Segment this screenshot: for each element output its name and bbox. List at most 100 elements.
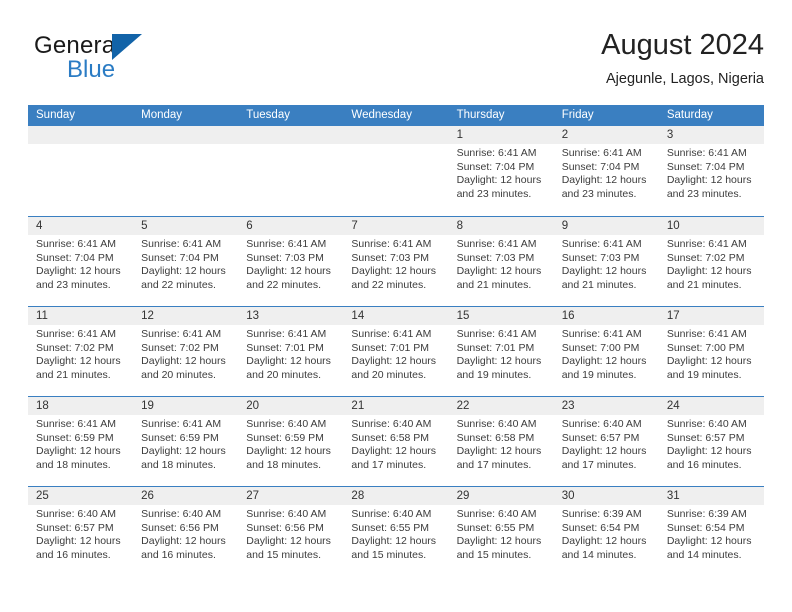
day-of-week-header: Friday <box>561 109 594 121</box>
calendar-day-cell[interactable]: 25 Sunrise: 6:40 AM Sunset: 6:57 PM Dayligh… <box>28 487 134 576</box>
sunset-text: Sunset: 6:56 PM <box>246 521 324 534</box>
calendar-day-cell[interactable]: 29 Sunrise: 6:40 AM Sunset: 6:55 PM Dayligh… <box>448 487 554 576</box>
sunset-text: Sunset: 7:04 PM <box>36 251 114 264</box>
sunset-text: Sunset: 7:04 PM <box>456 160 535 173</box>
calendar-day-cell[interactable]: 3 Sunrise: 6:41 AM Sunset: 7:04 PM Daylight… <box>658 126 764 216</box>
calendar-day-cell[interactable]: 10 Sunrise: 6:41 AM Sunset: 7:02 PM Dayligh… <box>658 217 764 306</box>
daylight-line2-text: and 22 minutes. <box>246 278 321 291</box>
calendar-day-cell[interactable]: 27 Sunrise: 6:40 AM Sunset: 6:56 PM Dayligh… <box>238 487 344 576</box>
calendar-day-cell[interactable]: 9 Sunrise: 6:41 AM Sunset: 7:03 PM Daylight… <box>553 217 659 306</box>
day-details: Sunrise: 6:41 AM Sunset: 7:00 PM Daylight:… <box>659 325 764 382</box>
calendar-day-cell-empty <box>343 126 449 216</box>
calendar-day-cell[interactable]: 12 Sunrise: 6:41 AM Sunset: 7:02 PM Dayligh… <box>133 307 239 396</box>
calendar-day-cell[interactable]: 21 Sunrise: 6:40 AM Sunset: 6:58 PM Dayligh… <box>343 397 449 486</box>
calendar-day-cell[interactable]: 1 Sunrise: 6:41 AM Sunset: 7:04 PM Daylight… <box>448 126 554 216</box>
day-number: 4 <box>28 217 134 235</box>
calendar-day-cell[interactable]: 28 Sunrise: 6:40 AM Sunset: 6:55 PM Dayligh… <box>343 487 449 576</box>
daylight-line1-text: Daylight: 12 hours <box>666 445 752 458</box>
day-details: Sunrise: 6:40 AM Sunset: 6:56 PM Daylight:… <box>238 505 343 562</box>
daylight-line1-text: Daylight: 12 hours <box>456 265 542 278</box>
day-details: Sunrise: 6:41 AM Sunset: 7:02 PM Daylight:… <box>659 235 764 292</box>
day-details: Sunrise: 6:41 AM Sunset: 7:01 PM Daylight:… <box>238 325 343 382</box>
sunset-text: Sunset: 7:02 PM <box>141 341 219 354</box>
calendar-day-cell[interactable]: 30 Sunrise: 6:39 AM Sunset: 6:54 PM Dayligh… <box>553 487 659 576</box>
day-of-week-header: Tuesday <box>246 109 290 121</box>
calendar-day-cell[interactable]: 18 Sunrise: 6:41 AM Sunset: 6:59 PM Dayligh… <box>28 397 134 486</box>
daylight-line2-text: and 22 minutes. <box>351 278 427 291</box>
daylight-line1-text: Daylight: 12 hours <box>666 355 752 368</box>
sunrise-text: Sunrise: 6:40 AM <box>351 508 432 520</box>
sunrise-text: Sunrise: 6:41 AM <box>666 147 747 159</box>
calendar-day-cell[interactable]: 17 Sunrise: 6:41 AM Sunset: 7:00 PM Dayligh… <box>658 307 764 396</box>
day-details: Sunrise: 6:41 AM Sunset: 7:04 PM Daylight:… <box>28 235 133 292</box>
day-of-week-header-row: Sunday Monday Tuesday Wednesday Thursday Frid… <box>28 105 764 126</box>
daylight-line2-text: and 16 minutes. <box>666 458 742 471</box>
calendar-day-cell[interactable]: 2 Sunrise: 6:41 AM Sunset: 7:04 PM Daylight… <box>553 126 659 216</box>
sunset-text: Sunset: 6:54 PM <box>561 521 640 534</box>
calendar-day-cell[interactable]: 26 Sunrise: 6:40 AM Sunset: 6:56 PM Dayligh… <box>133 487 239 576</box>
brand-logo[interactable]: General Blue <box>34 32 254 88</box>
day-number: 14 <box>343 307 449 325</box>
calendar-day-cell[interactable]: 15 Sunrise: 6:41 AM Sunset: 7:01 PM Dayligh… <box>448 307 554 396</box>
calendar-grid: Sunday Monday Tuesday Wednesday Thursday Frid… <box>28 105 764 576</box>
daylight-line1-text: Daylight: 12 hours <box>36 445 121 458</box>
daylight-line1-text: Daylight: 12 hours <box>666 265 752 278</box>
sunrise-text: Sunrise: 6:40 AM <box>246 508 327 520</box>
daylight-line1-text: Daylight: 12 hours <box>141 355 226 368</box>
daylight-line1-text: Daylight: 12 hours <box>561 535 647 548</box>
daylight-line2-text: and 16 minutes. <box>141 548 216 561</box>
calendar-day-cell[interactable]: 19 Sunrise: 6:41 AM Sunset: 6:59 PM Dayligh… <box>133 397 239 486</box>
sunrise-text: Sunrise: 6:41 AM <box>36 418 116 430</box>
sunset-text: Sunset: 7:02 PM <box>666 251 745 264</box>
day-number <box>343 126 449 144</box>
sunrise-text: Sunrise: 6:40 AM <box>36 508 116 520</box>
calendar-day-cell[interactable]: 11 Sunrise: 6:41 AM Sunset: 7:02 PM Dayligh… <box>28 307 134 396</box>
daylight-line1-text: Daylight: 12 hours <box>456 535 542 548</box>
calendar-day-cell[interactable]: 20 Sunrise: 6:40 AM Sunset: 6:59 PM Dayligh… <box>238 397 344 486</box>
daylight-line2-text: and 20 minutes. <box>246 368 321 381</box>
calendar-day-cell[interactable]: 16 Sunrise: 6:41 AM Sunset: 7:00 PM Dayligh… <box>553 307 659 396</box>
sunrise-text: Sunrise: 6:41 AM <box>561 238 642 250</box>
day-details: Sunrise: 6:41 AM Sunset: 7:04 PM Daylight:… <box>554 144 659 201</box>
sunrise-text: Sunrise: 6:41 AM <box>456 238 537 250</box>
day-details: Sunrise: 6:40 AM Sunset: 6:59 PM Daylight:… <box>238 415 343 472</box>
calendar-day-cell[interactable]: 6 Sunrise: 6:41 AM Sunset: 7:03 PM Daylight… <box>238 217 344 306</box>
calendar-day-cell[interactable]: 7 Sunrise: 6:41 AM Sunset: 7:03 PM Daylight… <box>343 217 449 306</box>
daylight-line2-text: and 19 minutes. <box>456 368 532 381</box>
daylight-line2-text: and 20 minutes. <box>351 368 427 381</box>
calendar-day-cell[interactable]: 23 Sunrise: 6:40 AM Sunset: 6:57 PM Dayligh… <box>553 397 659 486</box>
daylight-line2-text: and 23 minutes. <box>561 187 637 200</box>
sunrise-text: Sunrise: 6:41 AM <box>561 328 642 340</box>
daylight-line1-text: Daylight: 12 hours <box>141 535 226 548</box>
calendar-day-cell-empty <box>238 126 344 216</box>
sunset-text: Sunset: 6:57 PM <box>561 431 640 444</box>
day-number: 26 <box>133 487 239 505</box>
sunrise-text: Sunrise: 6:41 AM <box>36 328 116 340</box>
day-details: Sunrise: 6:41 AM Sunset: 7:03 PM Daylight:… <box>554 235 659 292</box>
calendar-day-cell[interactable]: 13 Sunrise: 6:41 AM Sunset: 7:01 PM Dayligh… <box>238 307 344 396</box>
calendar-day-cell[interactable]: 22 Sunrise: 6:40 AM Sunset: 6:58 PM Dayligh… <box>448 397 554 486</box>
calendar-day-cell[interactable]: 8 Sunrise: 6:41 AM Sunset: 7:03 PM Daylight… <box>448 217 554 306</box>
day-number <box>28 126 134 144</box>
daylight-line1-text: Daylight: 12 hours <box>351 355 437 368</box>
day-number: 1 <box>448 126 554 144</box>
sunrise-text: Sunrise: 6:39 AM <box>561 508 642 520</box>
daylight-line1-text: Daylight: 12 hours <box>246 265 331 278</box>
sunset-text: Sunset: 6:58 PM <box>351 431 430 444</box>
sunrise-text: Sunrise: 6:40 AM <box>456 418 537 430</box>
daylight-line1-text: Daylight: 12 hours <box>456 174 542 187</box>
day-number: 16 <box>553 307 659 325</box>
day-details: Sunrise: 6:41 AM Sunset: 7:01 PM Daylight:… <box>343 325 448 382</box>
sunset-text: Sunset: 7:01 PM <box>456 341 535 354</box>
daylight-line1-text: Daylight: 12 hours <box>561 445 647 458</box>
calendar-day-cell[interactable]: 31 Sunrise: 6:39 AM Sunset: 6:54 PM Dayligh… <box>658 487 764 576</box>
sunset-text: Sunset: 7:03 PM <box>561 251 640 264</box>
sunrise-text: Sunrise: 6:41 AM <box>666 328 747 340</box>
calendar-day-cell[interactable]: 24 Sunrise: 6:40 AM Sunset: 6:57 PM Dayligh… <box>658 397 764 486</box>
calendar-day-cell[interactable]: 4 Sunrise: 6:41 AM Sunset: 7:04 PM Daylight… <box>28 217 134 306</box>
day-details: Sunrise: 6:40 AM Sunset: 6:57 PM Daylight:… <box>659 415 764 472</box>
daylight-line2-text: and 17 minutes. <box>456 458 532 471</box>
calendar-day-cell[interactable]: 5 Sunrise: 6:41 AM Sunset: 7:04 PM Daylight… <box>133 217 239 306</box>
daylight-line2-text: and 22 minutes. <box>141 278 216 291</box>
calendar-day-cell[interactable]: 14 Sunrise: 6:41 AM Sunset: 7:01 PM Dayligh… <box>343 307 449 396</box>
